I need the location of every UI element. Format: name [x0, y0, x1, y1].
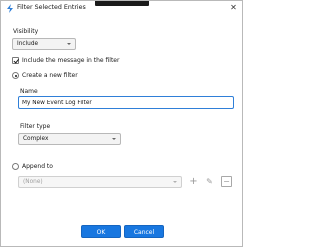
visibility-select[interactable]: Include [12, 38, 76, 50]
create-new-label: Create a new filter [22, 72, 78, 79]
filter-dialog: Filter Selected Entries ✕ Visibility Inc… [0, 0, 243, 247]
drag-handle[interactable] [95, 1, 149, 6]
remove-icon[interactable]: − [221, 176, 232, 187]
visibility-value: Include [17, 41, 39, 47]
include-message-label: Include the message in the filter [22, 57, 120, 64]
app-icon [6, 4, 14, 13]
include-message-checkbox[interactable] [12, 57, 19, 64]
visibility-label: Visibility [13, 28, 39, 35]
title-bar[interactable]: Filter Selected Entries ✕ [1, 1, 242, 15]
pencil-icon[interactable]: ✎ [204, 176, 215, 187]
add-icon[interactable]: + [188, 176, 199, 187]
name-field[interactable] [18, 96, 234, 109]
chevron-down-icon [173, 181, 177, 183]
create-new-radio[interactable] [12, 72, 19, 79]
append-to-value: (None) [23, 179, 43, 185]
cancel-button[interactable]: Cancel [124, 225, 164, 238]
append-to-label: Append to [22, 163, 53, 170]
name-input[interactable] [22, 98, 222, 108]
close-icon[interactable]: ✕ [228, 2, 239, 13]
checkmark-icon [13, 57, 19, 63]
chevron-down-icon [67, 43, 71, 45]
filter-type-value: Complex [23, 136, 49, 142]
chevron-down-icon [112, 138, 116, 140]
name-label: Name [20, 88, 38, 95]
ok-button[interactable]: OK [81, 225, 121, 238]
window-title: Filter Selected Entries [17, 4, 86, 11]
radio-selected-dot [14, 74, 17, 77]
filter-type-label: Filter type [20, 123, 51, 130]
append-to-radio[interactable] [12, 163, 19, 170]
filter-type-select[interactable]: Complex [18, 133, 121, 145]
append-to-select[interactable]: (None) [18, 176, 182, 188]
